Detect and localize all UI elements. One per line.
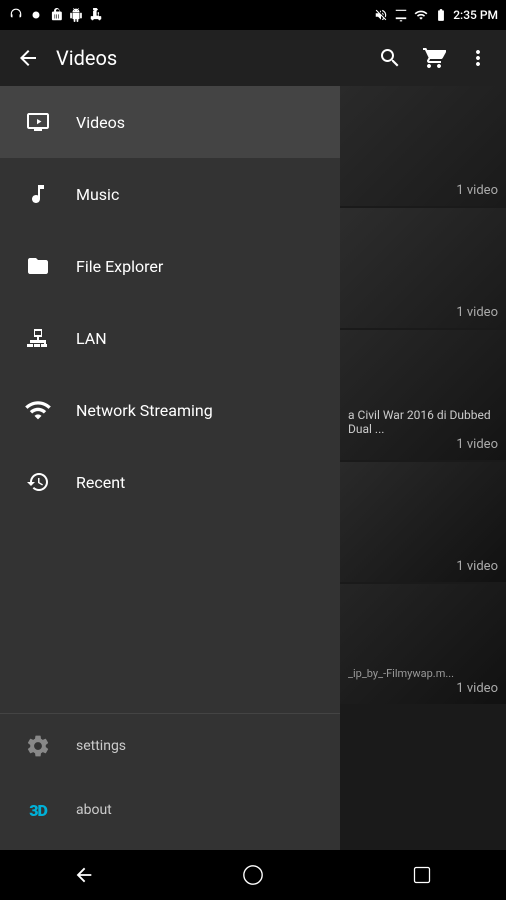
video-item-count: 1 video	[456, 559, 498, 574]
video-item-title: a Civil War 2016 di Dubbed Dual ...	[348, 408, 498, 436]
sidebar-item-videos[interactable]: Videos	[0, 86, 340, 158]
search-button[interactable]	[370, 38, 410, 78]
video-item-title: _ip_by_-Filmywap.m...	[348, 667, 498, 680]
music-icon	[20, 176, 56, 212]
sidebar-item-settings[interactable]: settings	[0, 714, 340, 778]
sidebar-item-file-explorer[interactable]: File Explorer	[0, 230, 340, 302]
video-list-item[interactable]: a Civil War 2016 di Dubbed Dual ... 1 vi…	[340, 330, 506, 460]
sidebar-item-videos-label: Videos	[76, 113, 125, 132]
drawer-bottom: settings 3D about	[0, 714, 340, 850]
status-icons-left	[8, 7, 104, 23]
video-item-count: 1 video	[456, 681, 498, 696]
video-list-item[interactable]: _ip_by_-Filmywap.m... 1 video	[340, 584, 506, 704]
sidebar-item-file-explorer-label: File Explorer	[76, 257, 163, 276]
usb-icon	[88, 7, 104, 23]
video-list-item[interactable]: 1 video	[340, 86, 506, 206]
mute-icon	[373, 7, 389, 23]
status-bar: 2:35 PM	[0, 0, 506, 30]
sidebar-item-lan-label: LAN	[76, 329, 107, 348]
drawer-menu: Videos Music File Explorer	[0, 86, 340, 713]
status-icons-right: 2:35 PM	[373, 7, 498, 23]
recent-icon	[20, 464, 56, 500]
main-content: Videos Music File Explorer	[0, 86, 506, 850]
more-options-button[interactable]	[458, 38, 498, 78]
app-bar-actions	[370, 38, 498, 78]
nav-bar	[0, 850, 506, 900]
nav-recents-button[interactable]	[392, 850, 452, 900]
sidebar-item-music[interactable]: Music	[0, 158, 340, 230]
sidebar-item-about-label: about	[76, 802, 112, 818]
nav-back-button[interactable]	[54, 850, 114, 900]
suitcase-icon	[48, 7, 64, 23]
folder-icon	[20, 248, 56, 284]
network-streaming-icon	[20, 392, 56, 428]
signal-icon	[413, 7, 429, 23]
cart-button[interactable]	[414, 38, 454, 78]
sidebar-item-music-label: Music	[76, 185, 119, 204]
sidebar-item-settings-label: settings	[76, 738, 126, 754]
about-3d-icon: 3D	[20, 792, 56, 828]
page-title: Videos	[56, 46, 370, 70]
lan-icon	[20, 320, 56, 356]
settings-icon	[20, 728, 56, 764]
sidebar-item-network-streaming-label: Network Streaming	[76, 401, 213, 420]
navigation-drawer: Videos Music File Explorer	[0, 86, 340, 850]
video-list-item[interactable]: 1 video	[340, 208, 506, 328]
sidebar-item-recent-label: Recent	[76, 473, 125, 492]
android-icon	[68, 7, 84, 23]
app-bar: Videos	[0, 30, 506, 86]
video-list-item[interactable]: 1 video	[340, 462, 506, 582]
back-button[interactable]	[8, 38, 48, 78]
sidebar-item-network-streaming[interactable]: Network Streaming	[0, 374, 340, 446]
video-item-count: 1 video	[456, 305, 498, 320]
nav-home-button[interactable]	[223, 850, 283, 900]
video-icon	[20, 104, 56, 140]
sidebar-item-lan[interactable]: LAN	[0, 302, 340, 374]
headset-icon	[8, 7, 24, 23]
video-item-count: 1 video	[456, 437, 498, 452]
record-icon	[28, 7, 44, 23]
video-item-count: 1 video	[456, 183, 498, 198]
sidebar-item-about[interactable]: 3D about	[0, 778, 340, 842]
wifi-off-icon	[393, 7, 409, 23]
sidebar-item-recent[interactable]: Recent	[0, 446, 340, 518]
time-display: 2:35 PM	[453, 8, 498, 22]
video-list: 1 video 1 video a Civil War 2016 di Dubb…	[340, 86, 506, 850]
battery-icon	[433, 7, 449, 23]
